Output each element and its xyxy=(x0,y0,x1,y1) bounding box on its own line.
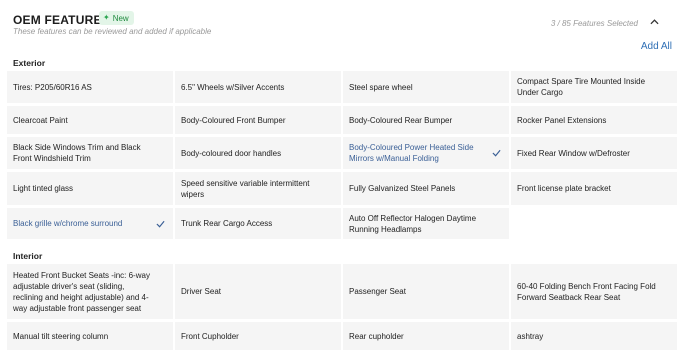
feature-item[interactable]: 60-40 Folding Bench Front Facing Fold Fo… xyxy=(511,264,677,319)
features-selected-count: 3 / 85 Features Selected xyxy=(550,19,638,28)
chevron-up-icon xyxy=(649,19,659,25)
oem-features-header: OEM FEATURES ✦ New These features can be… xyxy=(13,11,678,51)
feature-label: Black grille w/chrome surround xyxy=(13,219,123,228)
exterior-feature-grid: Tires: P205/60R16 AS 6.5" Wheels w/Silver… xyxy=(7,71,677,239)
feature-label: Body-coloured door handles xyxy=(181,148,282,158)
feature-label: Tires: P205/60R16 AS xyxy=(13,82,92,92)
feature-item[interactable]: Driver Seat xyxy=(175,264,341,319)
collapse-button[interactable] xyxy=(648,16,660,28)
feature-label: Black Side Windows Trim and Black Front … xyxy=(13,143,141,163)
feature-label: Front Cupholder xyxy=(181,331,239,341)
feature-label: Body-Coloured Front Bumper xyxy=(181,115,286,125)
feature-label: Heated Front Bucket Seats -inc: 6-way ad… xyxy=(13,270,150,313)
feature-item[interactable]: Clearcoat Paint xyxy=(7,106,173,134)
interior-section-title: Interior xyxy=(13,251,43,261)
feature-label: Light tinted glass xyxy=(13,184,74,193)
feature-item[interactable]: Heated Front Bucket Seats -inc: 6-way ad… xyxy=(7,264,173,319)
feature-item[interactable]: Black Side Windows Trim and Black Front … xyxy=(7,137,173,169)
add-all-button[interactable]: Add All xyxy=(641,41,672,52)
feature-label: Fully Galvanized Steel Panels xyxy=(349,184,456,193)
sparkle-icon: ✦ xyxy=(103,13,110,22)
new-badge: ✦ New xyxy=(99,11,134,25)
feature-item[interactable]: Front license plate bracket xyxy=(511,172,677,205)
feature-label: Passenger Seat xyxy=(349,287,406,296)
feature-item[interactable]: 6.5" Wheels w/Silver Accents xyxy=(175,71,341,103)
feature-label: Driver Seat xyxy=(181,287,222,296)
feature-label: Steel spare wheel xyxy=(349,82,413,92)
empty-cell xyxy=(511,208,677,239)
feature-item[interactable]: Rear cupholder xyxy=(343,322,509,350)
feature-label: Body-Coloured Power Heated Side Mirrors … xyxy=(349,143,474,163)
feature-item[interactable]: Auto Off Reflector Halogen Daytime Runni… xyxy=(343,208,509,239)
feature-item[interactable]: Compact Spare Tire Mounted Inside Under … xyxy=(511,71,677,103)
feature-item[interactable]: Rocker Panel Extensions xyxy=(511,106,677,134)
feature-item[interactable]: Body-Coloured Rear Bumper xyxy=(343,106,509,134)
feature-item[interactable]: Manual tilt steering column xyxy=(7,322,173,350)
check-icon xyxy=(492,149,501,157)
exterior-section-title: Exterior xyxy=(13,58,46,68)
feature-label: Rocker Panel Extensions xyxy=(517,115,607,125)
feature-label: ashtray xyxy=(517,331,544,341)
section-title: OEM FEATURES xyxy=(13,13,110,27)
feature-label: Front license plate bracket xyxy=(517,184,611,193)
feature-item[interactable]: Tires: P205/60R16 AS xyxy=(7,71,173,103)
feature-item[interactable]: Steel spare wheel xyxy=(343,71,509,103)
feature-label: Compact Spare Tire Mounted Inside Under … xyxy=(517,77,646,97)
feature-item[interactable]: Speed sensitive variable intermittent wi… xyxy=(175,172,341,205)
feature-item[interactable]: Front Cupholder xyxy=(175,322,341,350)
feature-item[interactable]: Body-Coloured Power Heated Side Mirrors … xyxy=(343,137,509,169)
feature-label: Auto Off Reflector Halogen Daytime Runni… xyxy=(349,213,477,234)
feature-item[interactable]: Passenger Seat xyxy=(343,264,509,319)
feature-item[interactable]: Body-Coloured Front Bumper xyxy=(175,106,341,134)
check-icon xyxy=(156,220,165,228)
feature-label: 6.5" Wheels w/Silver Accents xyxy=(181,82,285,92)
feature-label: Trunk Rear Cargo Access xyxy=(181,219,273,228)
feature-label: Fixed Rear Window w/Defroster xyxy=(517,148,630,158)
feature-label: Clearcoat Paint xyxy=(13,115,68,125)
feature-item[interactable]: Fixed Rear Window w/Defroster xyxy=(511,137,677,169)
feature-label: Body-Coloured Rear Bumper xyxy=(349,115,453,125)
feature-item[interactable]: ashtray xyxy=(511,322,677,350)
feature-item[interactable]: Body-coloured door handles xyxy=(175,137,341,169)
feature-label: 60-40 Folding Bench Front Facing Fold Fo… xyxy=(517,281,656,302)
feature-item[interactable]: Trunk Rear Cargo Access xyxy=(175,208,341,239)
section-subtitle: These features can be reviewed and added… xyxy=(13,27,212,36)
feature-item[interactable]: Black grille w/chrome surround xyxy=(7,208,173,239)
interior-feature-grid: Heated Front Bucket Seats -inc: 6-way ad… xyxy=(7,264,677,350)
feature-label: Manual tilt steering column xyxy=(13,331,109,341)
feature-item[interactable]: Light tinted glass xyxy=(7,172,173,205)
feature-label: Speed sensitive variable intermittent wi… xyxy=(181,178,310,199)
feature-label: Rear cupholder xyxy=(349,331,404,341)
feature-item[interactable]: Fully Galvanized Steel Panels xyxy=(343,172,509,205)
new-badge-label: New xyxy=(112,13,129,23)
